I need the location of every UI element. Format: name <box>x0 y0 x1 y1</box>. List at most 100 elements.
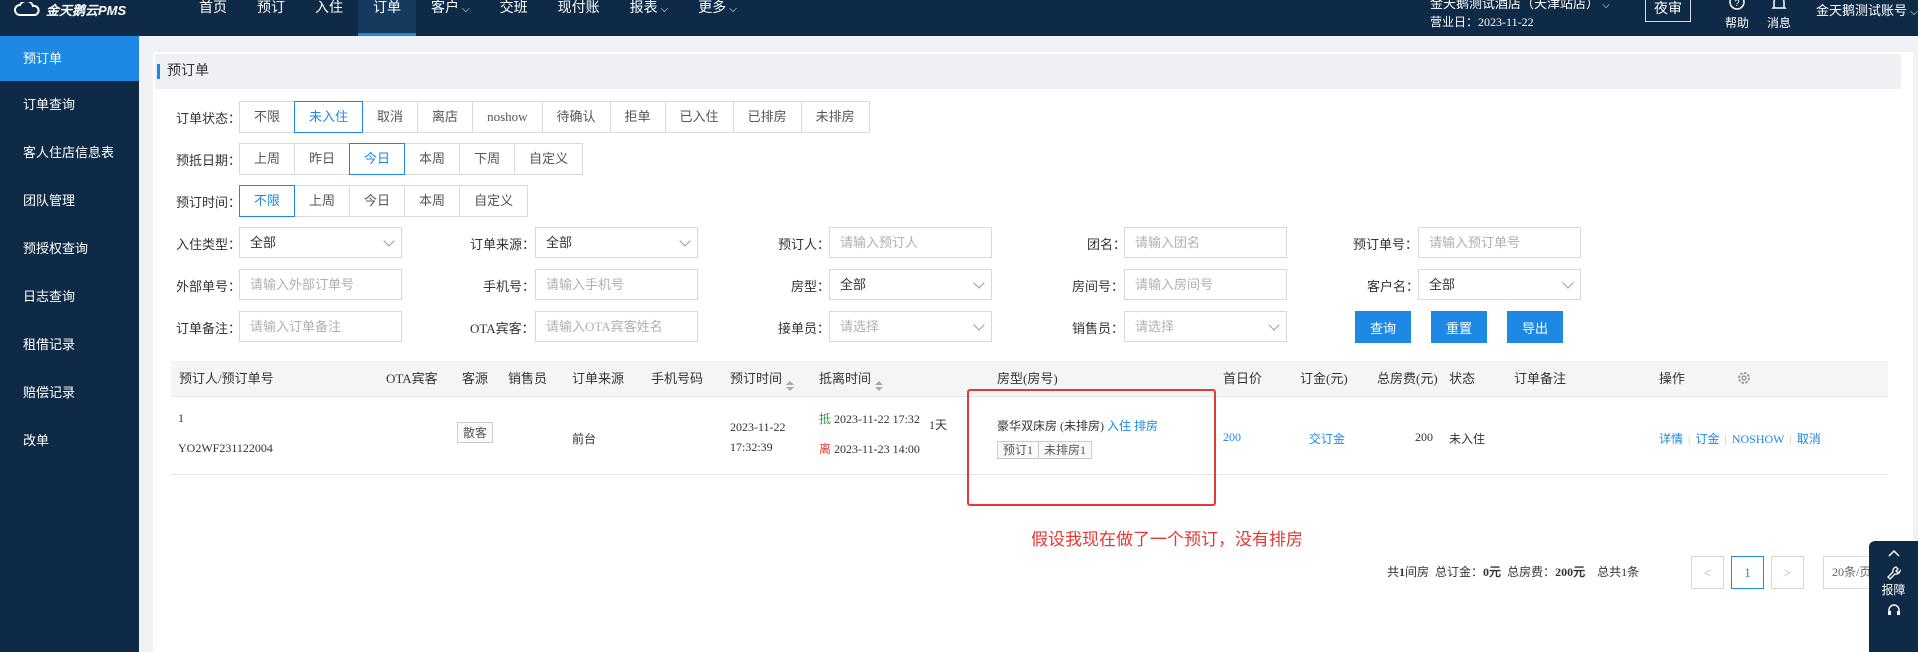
cloud-logo-icon <box>14 2 42 16</box>
export-button[interactable]: 导出 <box>1507 311 1563 343</box>
arrival-date-option[interactable]: 上周 <box>239 143 296 175</box>
booking-time-option[interactable]: 不限 <box>239 185 296 217</box>
cancel-link[interactable]: 取消 <box>1797 432 1821 446</box>
sidebar-item-order-change[interactable]: 改单 <box>0 417 139 465</box>
status-text: 未入住 <box>1449 432 1486 446</box>
nav-checkin[interactable]: 入住 <box>300 0 358 36</box>
total-count: 总共1条 <box>1597 565 1640 579</box>
help-button[interactable]: ? 帮助 <box>1719 0 1755 31</box>
divider: | <box>1724 432 1727 446</box>
divider: | <box>1789 432 1792 446</box>
customer-name-value: 全部 <box>1429 277 1456 292</box>
sidebar-item-bookings[interactable]: 预订单 <box>0 36 139 81</box>
customer-name-select[interactable]: 全部 <box>1418 269 1581 300</box>
next-page-button[interactable]: > <box>1771 556 1804 589</box>
row-actions: 详情 | 订金 | NOSHOW | 取消 <box>1659 430 1821 447</box>
order-source-select[interactable]: 全部 <box>535 227 698 258</box>
nav-more[interactable]: 更多 ⌵ <box>683 0 752 36</box>
room-type-select[interactable]: 全部 <box>829 269 992 300</box>
report-issue-button[interactable]: 报障 <box>1869 565 1918 598</box>
app-logo[interactable]: 金天鹅云PMS <box>14 0 126 18</box>
table-summary: 共1间房 总订金：0元 总房费：200元 总共1条 <box>1387 563 1639 580</box>
order-status-option[interactable]: 已排房 <box>732 101 802 133</box>
support-button[interactable] <box>1869 602 1918 618</box>
nav-booking[interactable]: 预订 <box>242 0 300 36</box>
phone-input[interactable] <box>535 269 698 300</box>
reset-button[interactable]: 重置 <box>1431 311 1487 343</box>
order-status-option[interactable]: 离店 <box>417 101 474 133</box>
leave-time: 离 2023-11-23 14:00 <box>819 440 920 457</box>
arrival-date-option[interactable]: 昨日 <box>294 143 351 175</box>
sidebar-item-guest-info[interactable]: 客人住店信息表 <box>0 129 139 177</box>
deposit-link[interactable]: 订金 <box>1695 432 1719 446</box>
annotation-text: 假设我现在做了一个预订，没有排房 <box>1031 530 1303 550</box>
sidebar-item-log-query[interactable]: 日志查询 <box>0 273 139 321</box>
query-button[interactable]: 查询 <box>1355 311 1411 343</box>
arrival-date-option[interactable]: 下周 <box>459 143 516 175</box>
order-source: 前台 <box>572 432 597 446</box>
nav-customers[interactable]: 客户 ⌵ <box>416 0 485 36</box>
gear-icon[interactable] <box>1737 371 1751 385</box>
sidebar-item-rental-records[interactable]: 租借记录 <box>0 321 139 369</box>
room-no-input[interactable] <box>1124 269 1287 300</box>
group-name-input[interactable] <box>1124 227 1287 258</box>
arrival-date-option[interactable]: 自定义 <box>514 143 584 175</box>
checkin-type-select[interactable]: 全部 <box>239 227 402 258</box>
order-status-option[interactable]: 不限 <box>239 101 296 133</box>
phone-label: 手机号： <box>483 279 536 294</box>
order-status-option[interactable]: 取消 <box>362 101 419 133</box>
th-source: 客源 <box>462 371 489 386</box>
sidebar-item-preauth-query[interactable]: 预授权查询 <box>0 225 139 273</box>
th-booking-time[interactable]: 预订时间 <box>730 361 795 397</box>
sidebar-item-group-management[interactable]: 团队管理 <box>0 177 139 225</box>
nav-label: 预订 <box>257 1 285 16</box>
order-status-option[interactable]: 待确认 <box>541 101 611 133</box>
arrival-date-option[interactable]: 本周 <box>404 143 461 175</box>
booking-time-option[interactable]: 今日 <box>349 185 406 217</box>
details-link[interactable]: 详情 <box>1659 432 1683 446</box>
order-remark-input[interactable] <box>239 311 402 342</box>
sidebar-item-compensation-records[interactable]: 赔偿记录 <box>0 369 139 417</box>
group-name-label: 团名： <box>1087 237 1127 252</box>
page-button[interactable]: 1 <box>1731 556 1764 589</box>
th-booker-no: 预订人/预订单号 <box>179 371 274 386</box>
order-status-option[interactable]: 未排房 <box>800 101 870 133</box>
booking-time-option[interactable]: 自定义 <box>459 185 529 217</box>
receiver-select[interactable]: 请选择 <box>829 311 992 342</box>
order-status-option[interactable]: 拒单 <box>609 101 666 133</box>
nav-cash-account[interactable]: 现付账 <box>543 0 615 36</box>
booking-time-option[interactable]: 本周 <box>404 185 461 217</box>
business-date: 2023-11-22 <box>1478 15 1534 29</box>
booker-input[interactable] <box>829 227 992 258</box>
night-audit-button[interactable]: 夜审 <box>1645 0 1691 22</box>
account-menu[interactable]: 金天鹅测试账号 ⌵ <box>1816 0 1918 19</box>
noshow-link[interactable]: NOSHOW <box>1732 432 1785 446</box>
booking-no-input[interactable] <box>1418 227 1581 258</box>
hotel-selector[interactable]: 金天鹅测试酒店（天津站店） ⌵ 营业日：2023-11-22 <box>1430 0 1610 30</box>
arrival-date-option[interactable]: 今日 <box>349 143 406 175</box>
nav-orders[interactable]: 订单 <box>358 0 416 36</box>
nav-shift-handover[interactable]: 交班 <box>485 0 543 36</box>
first-day-price[interactable]: 200 <box>1223 430 1241 445</box>
booking-date: 2023-11-22 <box>730 420 786 434</box>
prev-page-button[interactable]: < <box>1691 556 1724 589</box>
chevron-up-icon[interactable] <box>1887 547 1901 561</box>
nav-home[interactable]: 首页 <box>184 0 242 36</box>
booking-number[interactable]: YO2WF231122004 <box>178 441 273 456</box>
room-type-label: 房型： <box>791 279 831 294</box>
external-no-label: 外部单号： <box>176 279 242 294</box>
ota-guest-input[interactable] <box>535 311 698 342</box>
order-status-option[interactable]: 已入住 <box>664 101 734 133</box>
salesperson-select[interactable]: 请选择 <box>1124 311 1287 342</box>
nav-reports[interactable]: 报表 ⌵ <box>615 0 684 36</box>
order-status-option[interactable]: noshow <box>472 101 543 133</box>
pay-deposit-link[interactable]: 交订金 <box>1309 430 1345 447</box>
messages-button[interactable]: 消息 <box>1761 0 1797 31</box>
receiver-placeholder: 请选择 <box>840 319 880 334</box>
sidebar-item-order-query[interactable]: 订单查询 <box>0 81 139 129</box>
order-status-option[interactable]: 未入住 <box>294 101 364 133</box>
external-no-input[interactable] <box>239 269 402 300</box>
nav-label: 入住 <box>315 1 343 16</box>
booking-time-option[interactable]: 上周 <box>294 185 351 217</box>
th-arrive-leave[interactable]: 抵离时间 <box>819 361 884 397</box>
